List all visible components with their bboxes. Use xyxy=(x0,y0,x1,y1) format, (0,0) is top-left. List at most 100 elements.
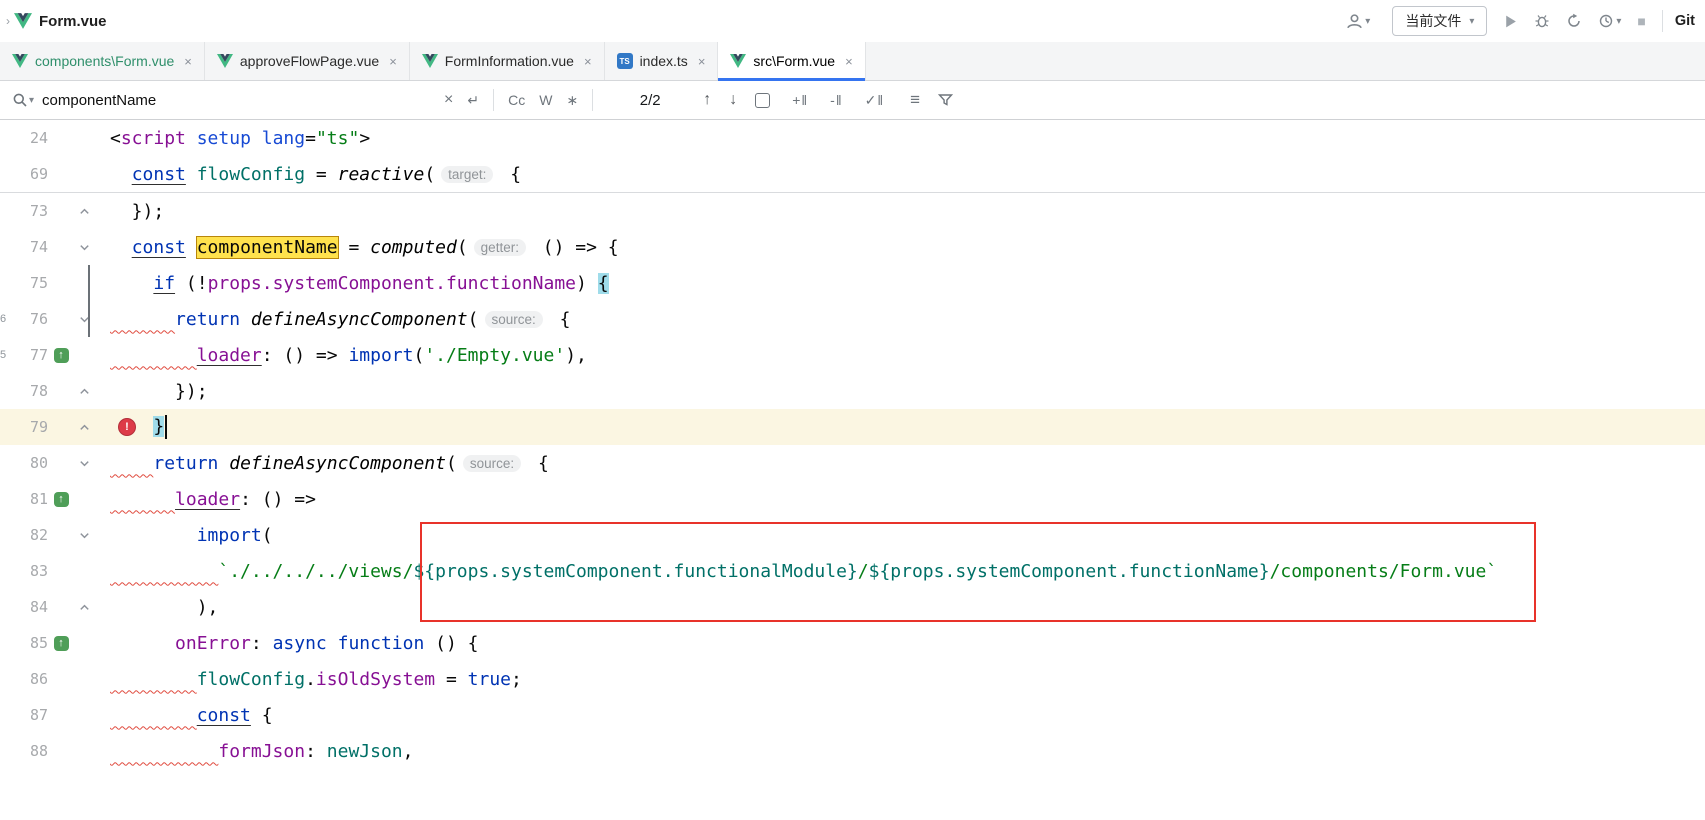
code-editor[interactable]: 24 <script setup lang="ts"> 69 const flowC… xyxy=(0,120,1705,769)
search-input[interactable]: componentName xyxy=(42,92,430,109)
fold-end-icon[interactable] xyxy=(78,601,91,614)
account-icon[interactable] xyxy=(1346,13,1363,30)
code-line-82[interactable]: 82 import( xyxy=(0,517,1705,553)
tab-forminformation-vue[interactable]: FormInformation.vue× xyxy=(410,42,605,80)
tab-close-icon[interactable]: × xyxy=(184,54,192,69)
fold-icon-slot[interactable] xyxy=(74,601,94,614)
code-line-78[interactable]: 78 }); xyxy=(0,373,1705,409)
code-content[interactable]: const { xyxy=(110,705,273,726)
select-all-occurrences-button[interactable]: ✓ǁ xyxy=(865,92,885,109)
code-line-73[interactable]: 73 }); xyxy=(0,193,1705,229)
code-line-69[interactable]: 69 const flowConfig = reactive(target: { xyxy=(0,156,1705,193)
line-number[interactable]: 84 xyxy=(14,598,48,616)
code-line-87[interactable]: 87 const { xyxy=(0,697,1705,733)
profiler-icon[interactable] xyxy=(1598,13,1614,29)
fold-icon-slot[interactable] xyxy=(74,313,94,326)
line-number[interactable]: 79 xyxy=(14,418,48,436)
line-number[interactable]: 77 xyxy=(14,346,48,364)
search-options-icon[interactable]: ≡ xyxy=(910,90,920,110)
code-line-80[interactable]: 80 return defineAsyncComponent(source: { xyxy=(0,445,1705,481)
add-occurrence-button[interactable]: +ǁ xyxy=(792,92,808,108)
code-content[interactable]: }); xyxy=(110,381,208,402)
fold-icon-slot[interactable] xyxy=(74,385,94,398)
fold-end-icon[interactable] xyxy=(78,385,91,398)
rerun-icon[interactable] xyxy=(1566,13,1582,29)
fold-end-icon[interactable] xyxy=(78,205,91,218)
implementing-member-icon[interactable]: ↑ xyxy=(54,636,69,651)
run-configuration-button[interactable]: 当前文件 ▾ xyxy=(1392,6,1487,36)
code-content[interactable]: }); xyxy=(110,201,164,222)
code-content[interactable]: `./../../../views/${props.systemComponen… xyxy=(110,561,1497,582)
code-line-24[interactable]: 24 <script setup lang="ts"> xyxy=(0,120,1705,156)
line-number[interactable]: 24 xyxy=(14,129,48,147)
fold-start-icon[interactable] xyxy=(78,457,91,470)
implementing-member-icon[interactable]: ↑ xyxy=(54,348,69,363)
newline-icon[interactable]: ↵ xyxy=(467,92,479,109)
fold-icon-slot[interactable] xyxy=(74,421,94,434)
code-line-74[interactable]: 74 const componentName = computed(getter… xyxy=(0,229,1705,265)
line-number[interactable]: 85 xyxy=(14,634,48,652)
line-number[interactable]: 73 xyxy=(14,202,48,220)
run-icon[interactable] xyxy=(1503,14,1518,29)
code-content[interactable]: <script setup lang="ts"> xyxy=(110,128,370,149)
tab-close-icon[interactable]: × xyxy=(584,54,592,69)
code-content[interactable]: return defineAsyncComponent(source: { xyxy=(110,453,549,474)
code-content[interactable]: return defineAsyncComponent(source: { xyxy=(110,309,570,330)
line-number[interactable]: 74 xyxy=(14,238,48,256)
code-content[interactable]: const componentName = computed(getter: (… xyxy=(110,237,619,258)
line-number[interactable]: 86 xyxy=(14,670,48,688)
line-number[interactable]: 80 xyxy=(14,454,48,472)
tab-close-icon[interactable]: × xyxy=(389,54,397,69)
tab-components-form-vue[interactable]: components\Form.vue× xyxy=(0,42,205,80)
search-caret-icon[interactable]: ▾ xyxy=(29,95,34,106)
code-line-86[interactable]: 86 flowConfig.isOldSystem = true; xyxy=(0,661,1705,697)
code-line-88[interactable]: 88 formJson: newJson, xyxy=(0,733,1705,769)
tab-src-form-vue[interactable]: src\Form.vue× xyxy=(718,42,865,80)
code-line-79[interactable]: 79! } xyxy=(0,409,1705,445)
fold-icon-slot[interactable] xyxy=(74,241,94,254)
line-number[interactable]: 75 xyxy=(14,274,48,292)
line-number[interactable]: 83 xyxy=(14,562,48,580)
fold-icon-slot[interactable] xyxy=(74,457,94,470)
code-content[interactable]: flowConfig.isOldSystem = true; xyxy=(110,669,522,690)
fold-start-icon[interactable] xyxy=(78,241,91,254)
code-line-75[interactable]: 75 if (!props.systemComponent.functionNa… xyxy=(0,265,1705,301)
code-line-77[interactable]: 577↑ loader: () => import('./Empty.vue')… xyxy=(0,337,1705,373)
in-selection-toggle[interactable] xyxy=(755,93,770,108)
fold-icon-slot[interactable] xyxy=(74,529,94,542)
tab-close-icon[interactable]: × xyxy=(845,54,853,69)
fold-start-icon[interactable] xyxy=(78,529,91,542)
code-content[interactable]: if (!props.systemComponent.functionName)… xyxy=(110,273,609,294)
git-label[interactable]: Git xyxy=(1675,13,1695,29)
remove-occurrence-button[interactable]: -ǁ xyxy=(830,92,842,108)
line-number[interactable]: 87 xyxy=(14,706,48,724)
code-line-84[interactable]: 84 ), xyxy=(0,589,1705,625)
account-caret-icon[interactable]: ▾ xyxy=(1365,16,1370,27)
prev-match-button[interactable]: ↑ xyxy=(703,91,711,109)
clear-search-icon[interactable]: × xyxy=(444,91,453,109)
filter-icon[interactable] xyxy=(938,93,953,107)
code-content[interactable]: import( xyxy=(110,525,273,546)
profiler-caret-icon[interactable]: ▾ xyxy=(1616,16,1621,27)
debug-icon[interactable] xyxy=(1534,13,1550,29)
fold-icon-slot[interactable] xyxy=(74,205,94,218)
tab-close-icon[interactable]: × xyxy=(698,54,706,69)
code-line-76[interactable]: 676 return defineAsyncComponent(source: … xyxy=(0,301,1705,337)
line-number[interactable]: 69 xyxy=(14,165,48,183)
code-line-85[interactable]: 85 ↑ onError: async function () { xyxy=(0,625,1705,661)
stop-icon[interactable]: ■ xyxy=(1637,13,1645,29)
tab-approveflowpage-vue[interactable]: approveFlowPage.vue× xyxy=(205,42,410,80)
code-content[interactable]: const flowConfig = reactive(target: { xyxy=(110,164,521,185)
error-icon[interactable]: ! xyxy=(118,418,136,436)
implementing-member-icon[interactable]: ↑ xyxy=(54,492,69,507)
code-content[interactable]: onError: async function () { xyxy=(110,633,479,654)
code-content[interactable]: ), xyxy=(110,597,218,618)
words-toggle[interactable]: W xyxy=(539,92,552,108)
match-case-toggle[interactable]: Cc xyxy=(508,92,525,108)
line-number[interactable]: 78 xyxy=(14,382,48,400)
code-content[interactable]: loader: () => import('./Empty.vue'), xyxy=(110,345,587,366)
line-number[interactable]: 88 xyxy=(14,742,48,760)
code-line-83[interactable]: 83 `./../../../views/${props.systemCompo… xyxy=(0,553,1705,589)
code-content[interactable]: loader: () => xyxy=(110,489,316,510)
search-icon[interactable] xyxy=(12,92,28,108)
